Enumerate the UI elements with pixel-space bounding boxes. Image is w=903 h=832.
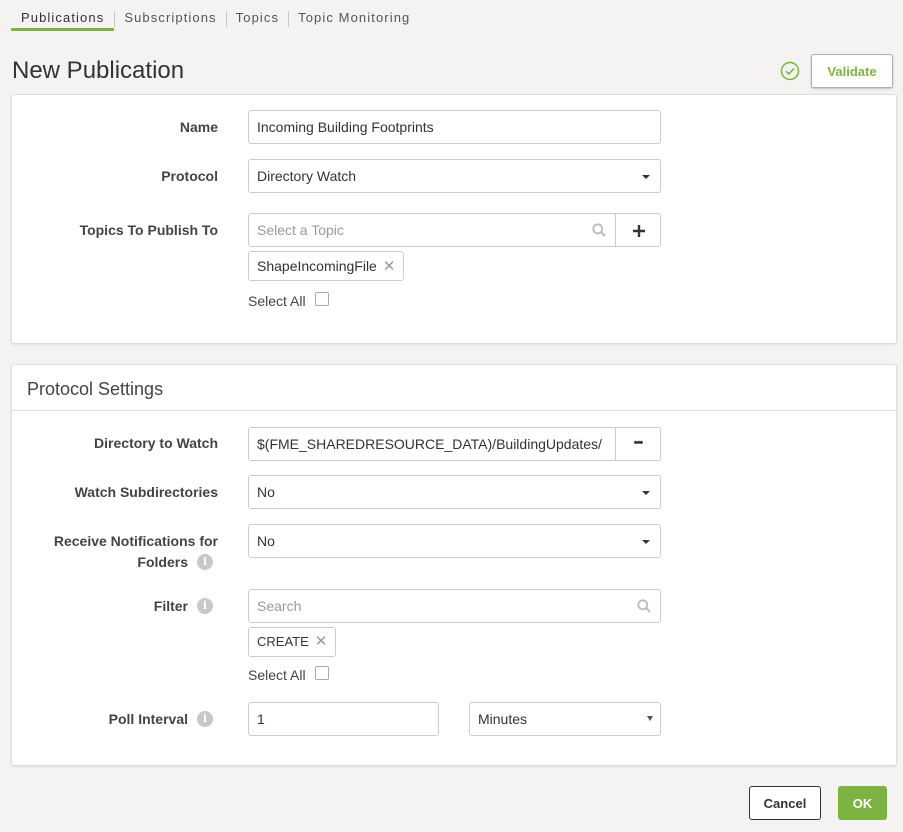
filter-search-input[interactable]: Search	[248, 589, 661, 623]
validate-button[interactable]: Validate	[811, 54, 893, 88]
protocol-settings-panel: Protocol Settings Directory to Watch $(F…	[11, 364, 897, 766]
search-icon	[592, 223, 606, 237]
tab-topics[interactable]: Topics	[227, 6, 288, 31]
directory-label: Directory to Watch	[94, 435, 218, 451]
tab-subscriptions[interactable]: Subscriptions	[115, 6, 225, 31]
name-label: Name	[179, 119, 218, 135]
directory-input[interactable]: $(FME_SHAREDRESOURCE_DATA)/BuildingUpdat…	[248, 427, 616, 461]
remove-tag-icon[interactable]: ✕	[315, 633, 328, 650]
watch-subdirectories-label: Watch Subdirectories	[74, 484, 218, 500]
remove-tag-icon[interactable]: ✕	[383, 258, 396, 275]
protocol-label: Protocol	[161, 168, 218, 184]
poll-interval-label: Poll Interval	[108, 711, 188, 727]
protocol-settings-heading: Protocol Settings	[12, 365, 896, 411]
check-circle-icon	[780, 61, 800, 81]
tab-publications[interactable]: Publications	[11, 6, 115, 31]
page-title: New Publication	[12, 57, 185, 84]
filter-tag: CREATE ✕	[248, 627, 337, 657]
name-input[interactable]: Incoming Building Footprints	[248, 110, 661, 144]
caret-down-icon	[642, 491, 650, 495]
receive-notifications-value: No	[257, 533, 275, 549]
protocol-settings-title: Protocol Settings	[27, 379, 164, 399]
receive-notifications-label-line2: Folders	[137, 554, 188, 570]
search-icon	[637, 599, 651, 613]
protocol-select-value: Directory Watch	[257, 168, 357, 184]
general-panel: Name Incoming Building Footprints Protoc…	[11, 94, 897, 344]
plus-icon	[633, 225, 645, 237]
topics-label: Topics To Publish To	[79, 222, 218, 238]
poll-interval-unit-select[interactable]: Minutes	[469, 702, 661, 736]
caret-down-icon	[642, 540, 650, 544]
filter-label: Filter	[153, 598, 188, 614]
filter-tag-label: CREATE	[257, 634, 309, 649]
topics-select-all-label: Select All	[248, 293, 306, 309]
cancel-button[interactable]: Cancel	[749, 786, 821, 820]
receive-notifications-select[interactable]: No	[248, 524, 661, 558]
topics-select-all-checkbox[interactable]	[315, 292, 329, 306]
receive-notifications-label: Receive Notifications for	[53, 533, 218, 549]
tab-bar: Publications Subscriptions Topics Topic …	[11, 6, 419, 32]
topic-tag: ShapeIncomingFile ✕	[248, 251, 405, 281]
browse-directory-button[interactable]: •••	[615, 427, 661, 461]
tab-topic-monitoring[interactable]: Topic Monitoring	[289, 6, 419, 31]
filter-search-placeholder: Search	[257, 598, 302, 614]
poll-interval-input[interactable]: 1	[248, 702, 439, 736]
add-topic-button[interactable]	[615, 213, 661, 247]
filter-select-all-checkbox[interactable]	[315, 666, 329, 680]
watch-subdirectories-select[interactable]: No	[248, 475, 661, 509]
info-icon[interactable]: i	[197, 598, 213, 614]
topic-search-placeholder: Select a Topic	[257, 222, 344, 238]
filter-select-all-label: Select All	[248, 667, 306, 683]
watch-subdirectories-value: No	[257, 484, 275, 500]
ok-button[interactable]: OK	[838, 786, 887, 820]
caret-down-icon	[642, 175, 650, 179]
topic-tag-label: ShapeIncomingFile	[257, 258, 377, 274]
protocol-select[interactable]: Directory Watch	[248, 159, 661, 193]
caret-down-icon	[647, 716, 653, 721]
poll-interval-unit-value: Minutes	[478, 711, 528, 727]
info-icon[interactable]: i	[197, 554, 213, 570]
topic-search-input[interactable]: Select a Topic	[248, 213, 616, 247]
info-icon[interactable]: i	[197, 711, 213, 727]
